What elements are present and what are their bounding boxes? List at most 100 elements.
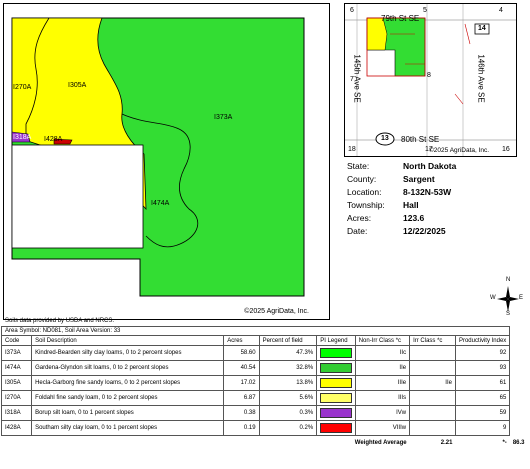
shield-14: 14 bbox=[478, 25, 486, 32]
cell-productivity-index: 59 bbox=[454, 405, 511, 421]
legend-swatch bbox=[320, 408, 352, 418]
shield-13: 13 bbox=[381, 135, 389, 142]
date-value: 12/22/2025 bbox=[403, 226, 446, 236]
cell-percent: 5.6% bbox=[258, 390, 318, 406]
section-6: 6 bbox=[350, 7, 354, 14]
cell-code: I270A bbox=[0, 390, 33, 406]
road-79th-st: 79th St SE bbox=[381, 14, 420, 23]
weighted-average-non-irr: 2.21 bbox=[440, 440, 453, 446]
cell-acres: 0.38 bbox=[223, 405, 260, 421]
table-header-row: Code Soil Description Acres Percent of f… bbox=[0, 335, 528, 346]
county-label: County: bbox=[347, 174, 377, 184]
cell-legend bbox=[316, 345, 356, 361]
cell-code: I428A bbox=[0, 420, 33, 436]
label-i373a: I373A bbox=[214, 114, 233, 121]
cell-non-irr-class: VIIIw bbox=[354, 420, 411, 436]
cell-non-irr-class: IVw bbox=[354, 405, 411, 421]
avenue-145th: 145th Ave SE bbox=[352, 54, 362, 103]
cell-description: Hecla-Garborg fine sandy loams, 0 to 2 p… bbox=[31, 375, 225, 391]
excluded-area bbox=[11, 144, 144, 249]
cell-legend bbox=[316, 405, 356, 421]
township-label: Township: bbox=[347, 200, 385, 210]
header-acres: Acres bbox=[223, 335, 260, 346]
label-i474a: I474A bbox=[151, 200, 170, 207]
avenue-146th: 146th Ave SE bbox=[476, 54, 486, 103]
compass-n: N bbox=[506, 277, 511, 283]
legend-swatch bbox=[320, 393, 352, 403]
compass-w: W bbox=[490, 295, 496, 301]
compass-rose-icon: N S E W bbox=[490, 277, 523, 317]
cell-non-irr-class: IIIs bbox=[354, 390, 411, 406]
cell-code: I305A bbox=[0, 375, 33, 391]
cell-description: Southam silty clay loam, 0 to 1 percent … bbox=[31, 420, 225, 436]
acres-value: 123.6 bbox=[403, 213, 425, 223]
cell-acres: 0.19 bbox=[223, 420, 260, 436]
section-16: 16 bbox=[502, 146, 510, 153]
legend-swatch bbox=[320, 423, 352, 433]
weighted-average-irr: *- bbox=[502, 440, 507, 446]
cell-legend bbox=[316, 390, 356, 406]
soils-table: Area Symbol: ND081, Soil Area Version: 3… bbox=[0, 326, 528, 451]
cell-percent: 32.8% bbox=[258, 360, 318, 376]
table-row: I270A Foldahl fine sandy loam, 0 to 2 per… bbox=[0, 390, 528, 406]
date-label: Date: bbox=[347, 226, 368, 236]
section-8: 8 bbox=[427, 72, 431, 79]
cell-irr-class bbox=[409, 405, 456, 421]
cell-irr-class bbox=[409, 390, 456, 406]
section-4: 4 bbox=[499, 7, 503, 14]
header-description: Soil Description bbox=[31, 335, 225, 346]
cell-acres: 40.54 bbox=[223, 360, 260, 376]
acres-label: Acres: bbox=[347, 213, 372, 223]
table-row: I373A Kindred-Bearden silty clay loams, 0… bbox=[0, 345, 528, 361]
section-5: 5 bbox=[423, 7, 427, 14]
cell-percent: 47.3% bbox=[258, 345, 318, 361]
header-non-irr-class: Non-Irr Class *c bbox=[354, 335, 411, 346]
table-row: I428A Southam silty clay loam, 0 to 1 per… bbox=[0, 420, 528, 436]
section-7: 7 bbox=[350, 76, 354, 83]
cell-non-irr-class: IIe bbox=[354, 360, 411, 376]
road-80th-st: 80th St SE bbox=[401, 135, 440, 144]
table-row: I318A Borup silt loam, 0 to 1 percent slo… bbox=[0, 405, 528, 421]
label-i305a: I305A bbox=[68, 82, 87, 89]
cell-productivity-index: 92 bbox=[454, 345, 511, 361]
cell-description: Gardena-Glyndon silt loams, 0 to 2 perce… bbox=[31, 360, 225, 376]
header-productivity-index: Productivity Index bbox=[454, 335, 511, 346]
cell-code: I373A bbox=[0, 345, 33, 361]
cell-acres: 6.87 bbox=[223, 390, 260, 406]
cell-irr-class bbox=[409, 345, 456, 361]
cell-non-irr-class: IIIe bbox=[354, 375, 411, 391]
cell-productivity-index: 65 bbox=[454, 390, 511, 406]
township-value: Hall bbox=[403, 200, 419, 210]
header-irr-class: Irr Class *c bbox=[409, 335, 456, 346]
soil-map[interactable]: I270A I305A I373A I474A I318A I428A ©202… bbox=[3, 3, 330, 320]
legend-swatch bbox=[320, 348, 352, 358]
label-i270a: I270A bbox=[13, 84, 32, 91]
cell-legend bbox=[316, 360, 356, 376]
map-copyright: ©2025 AgriData, Inc. bbox=[244, 308, 309, 315]
state-label: State: bbox=[347, 161, 370, 171]
weighted-average-label: Weighted Average bbox=[354, 440, 407, 446]
label-i428a: I428A bbox=[44, 136, 63, 143]
cell-productivity-index: 93 bbox=[454, 360, 511, 376]
location-inset-map[interactable]: 79th St SE 80th St SE 145th Ave SE 146th… bbox=[344, 3, 517, 157]
label-i318a: I318A bbox=[13, 134, 32, 141]
location-value: 8-132N-53W bbox=[403, 187, 452, 197]
cell-percent: 13.8% bbox=[258, 375, 318, 391]
section-18: 18 bbox=[348, 146, 356, 153]
cell-code: I318A bbox=[0, 405, 33, 421]
cell-legend bbox=[316, 375, 356, 391]
soil-map-canvas bbox=[11, 17, 305, 297]
compass-s: S bbox=[506, 311, 511, 317]
weighted-average-pi: 86.3 bbox=[512, 439, 525, 446]
cell-productivity-index: 9 bbox=[454, 420, 511, 436]
inset-canvas bbox=[345, 4, 516, 156]
cell-irr-class: IIe bbox=[409, 375, 456, 391]
parcel-info: State: North Dakota County: Sargent Locati… bbox=[347, 160, 527, 238]
cell-legend bbox=[316, 420, 356, 436]
cell-non-irr-class: IIc bbox=[354, 345, 411, 361]
table-title: Area Symbol: ND081, Soil Area Version: 3… bbox=[0, 326, 511, 336]
cell-code: I474A bbox=[0, 360, 33, 376]
table-footer-row: Weighted Average 2.21 *- 86.3 bbox=[2, 436, 528, 451]
legend-swatch bbox=[320, 363, 352, 373]
cell-description: Foldahl fine sandy loam, 0 to 2 percent … bbox=[31, 390, 225, 406]
